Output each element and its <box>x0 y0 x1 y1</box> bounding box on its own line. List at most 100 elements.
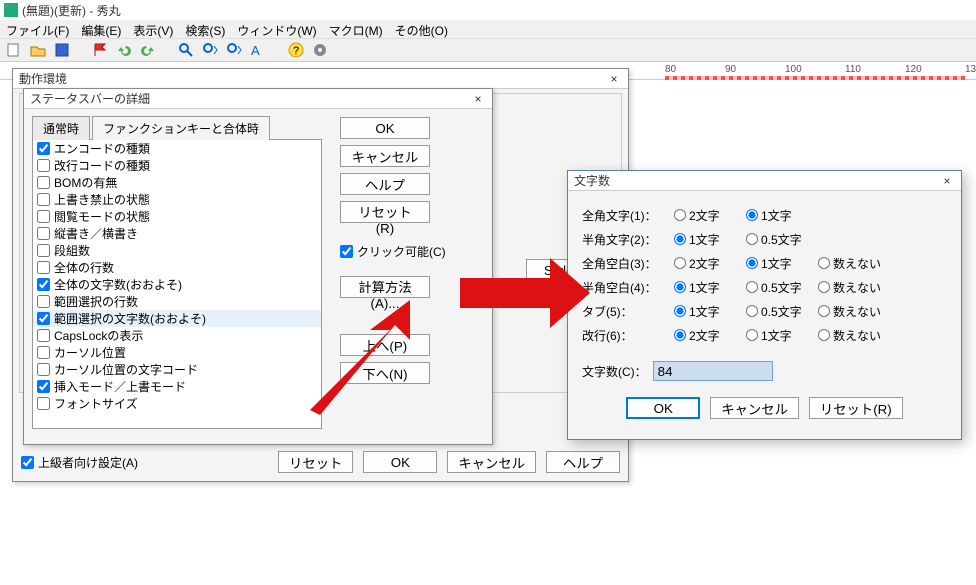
cc-radio[interactable] <box>674 305 686 317</box>
help-icon[interactable]: ? <box>288 42 304 58</box>
env-cancel-button[interactable]: キャンセル <box>447 451 536 473</box>
cc-radio-option[interactable]: 0.5文字 <box>746 279 812 296</box>
move-down-button[interactable]: 下へ(N) <box>340 362 430 384</box>
list-item[interactable]: 改行コードの種類 <box>33 157 321 174</box>
list-item[interactable]: カーソル位置の文字コード <box>33 361 321 378</box>
list-item-checkbox[interactable] <box>37 261 50 274</box>
list-item[interactable]: 段組数 <box>33 242 321 259</box>
cc-radio-option[interactable]: 2文字 <box>674 327 740 344</box>
search-next-icon[interactable] <box>226 42 242 58</box>
cc-radio-option[interactable]: 0.5文字 <box>746 231 812 248</box>
list-item-checkbox[interactable] <box>37 312 50 325</box>
env-ok-button[interactable]: OK <box>363 451 437 473</box>
cc-radio[interactable] <box>674 233 686 245</box>
cc-ok-button[interactable]: OK <box>626 397 700 419</box>
cc-radio[interactable] <box>746 329 758 341</box>
list-item-checkbox[interactable] <box>37 329 50 342</box>
redo-icon[interactable] <box>140 42 156 58</box>
list-item-checkbox[interactable] <box>37 346 50 359</box>
list-item-checkbox[interactable] <box>37 244 50 257</box>
cc-radio-option[interactable]: 数えない <box>818 327 894 344</box>
cc-radio-option[interactable]: 1文字 <box>674 303 740 320</box>
list-item-checkbox[interactable] <box>37 176 50 189</box>
cc-radio[interactable] <box>818 257 830 269</box>
cc-radio-option[interactable]: 数えない <box>818 255 894 272</box>
close-icon[interactable]: × <box>470 89 486 108</box>
flag-icon[interactable] <box>92 42 108 58</box>
tab-normal[interactable]: 通常時 <box>32 116 90 140</box>
detail-list[interactable]: エンコードの種類改行コードの種類BOMの有無上書き禁止の状態閲覧モードの状態縦書… <box>32 139 322 429</box>
cc-radio[interactable] <box>746 257 758 269</box>
detail-ok-button[interactable]: OK <box>340 117 430 139</box>
menu-item[interactable]: 検索(S) <box>185 22 225 36</box>
list-item-checkbox[interactable] <box>37 193 50 206</box>
menubar[interactable]: ファイル(F) 編集(E) 表示(V) 検索(S) ウィンドウ(W) マクロ(M) その他(… <box>0 20 976 38</box>
cc-count-input[interactable] <box>653 361 773 381</box>
cc-reset-button[interactable]: リセット(R) <box>809 397 903 419</box>
detail-help-button[interactable]: ヘルプ <box>340 173 430 195</box>
cc-radio[interactable] <box>674 257 686 269</box>
menu-item[interactable]: 表示(V) <box>133 22 173 36</box>
search-icon[interactable] <box>178 42 194 58</box>
advanced-check[interactable] <box>21 456 34 469</box>
list-item[interactable]: 範囲選択の行数 <box>33 293 321 310</box>
cc-radio-option[interactable]: 2文字 <box>674 207 740 224</box>
cc-radio[interactable] <box>746 281 758 293</box>
cc-radio-option[interactable]: 1文字 <box>746 207 812 224</box>
menu-item[interactable]: ファイル(F) <box>6 22 69 36</box>
cc-radio[interactable] <box>674 281 686 293</box>
list-item-checkbox[interactable] <box>37 227 50 240</box>
env-help-button[interactable]: ヘルプ <box>546 451 620 473</box>
env-reset-button[interactable]: リセット <box>278 451 353 473</box>
cc-radio-option[interactable]: 1文字 <box>674 279 740 296</box>
cc-radio[interactable] <box>746 233 758 245</box>
tab-fnkey[interactable]: ファンクションキーと合体時 <box>92 116 270 140</box>
cc-radio-option[interactable]: 0.5文字 <box>746 303 812 320</box>
list-item[interactable]: エンコードの種類 <box>33 140 321 157</box>
list-item[interactable]: 全体の文字数(おおよそ) <box>33 276 321 293</box>
list-item-checkbox[interactable] <box>37 210 50 223</box>
list-item[interactable]: 縦書き／横書き <box>33 225 321 242</box>
move-up-button[interactable]: 上へ(P) <box>340 334 430 356</box>
detail-reset-button[interactable]: リセット(R) <box>340 201 430 223</box>
cc-radio[interactable] <box>746 209 758 221</box>
list-item-checkbox[interactable] <box>37 159 50 172</box>
list-item-checkbox[interactable] <box>37 380 50 393</box>
list-item-checkbox[interactable] <box>37 278 50 291</box>
list-item[interactable]: BOMの有無 <box>33 174 321 191</box>
cc-radio-option[interactable]: 数えない <box>818 303 894 320</box>
cc-radio[interactable] <box>674 329 686 341</box>
menu-item[interactable]: マクロ(M) <box>329 22 383 36</box>
toolbar[interactable]: A ? <box>0 38 976 62</box>
calc-method-button[interactable]: 計算方法(A)... <box>340 276 430 298</box>
cc-radio[interactable] <box>818 281 830 293</box>
close-icon[interactable]: × <box>606 69 622 88</box>
advanced-settings-checkbox[interactable]: 上級者向け設定(A) <box>21 454 138 471</box>
save-icon[interactable] <box>54 42 70 58</box>
menu-item[interactable]: ウィンドウ(W) <box>237 22 316 36</box>
list-item-checkbox[interactable] <box>37 397 50 410</box>
clickable-checkbox[interactable] <box>340 245 353 258</box>
list-item-checkbox[interactable] <box>37 142 50 155</box>
cc-radio[interactable] <box>674 209 686 221</box>
cc-radio[interactable] <box>818 305 830 317</box>
open-icon[interactable] <box>30 42 46 58</box>
list-item[interactable]: フォントサイズ <box>33 395 321 412</box>
list-item[interactable]: 範囲選択の文字数(おおよそ) <box>33 310 321 327</box>
list-item[interactable]: カーソル位置 <box>33 344 321 361</box>
close-icon[interactable]: × <box>939 171 955 190</box>
menu-item[interactable]: その他(O) <box>395 22 448 36</box>
detail-cancel-button[interactable]: キャンセル <box>340 145 430 167</box>
cc-radio-option[interactable]: 2文字 <box>674 255 740 272</box>
menu-item[interactable]: 編集(E) <box>81 22 121 36</box>
cc-radio-option[interactable]: 1文字 <box>746 255 812 272</box>
list-item-checkbox[interactable] <box>37 363 50 376</box>
list-item[interactable]: 上書き禁止の状態 <box>33 191 321 208</box>
font-icon[interactable]: A <box>250 42 266 58</box>
cc-radio[interactable] <box>818 329 830 341</box>
gear-icon[interactable] <box>312 42 328 58</box>
list-item[interactable]: 全体の行数 <box>33 259 321 276</box>
cc-radio[interactable] <box>746 305 758 317</box>
list-item[interactable]: CapsLockの表示 <box>33 327 321 344</box>
cc-radio-option[interactable]: 数えない <box>818 279 894 296</box>
